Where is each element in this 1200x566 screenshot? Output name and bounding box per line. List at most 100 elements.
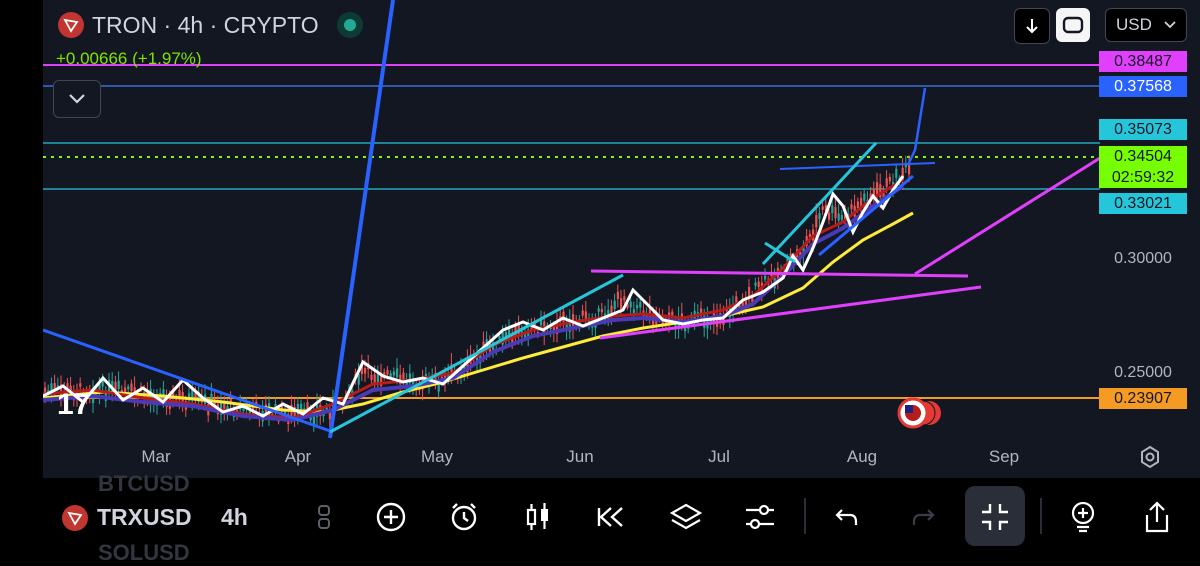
candle-body xyxy=(885,178,888,187)
alarm-icon[interactable] xyxy=(445,498,483,536)
candle-body xyxy=(597,308,600,312)
candle-body xyxy=(821,206,824,210)
candle-body xyxy=(850,204,853,209)
redo-icon[interactable] xyxy=(904,498,942,536)
download-button[interactable] xyxy=(1014,8,1050,44)
share-icon[interactable] xyxy=(1138,498,1176,536)
candle-body xyxy=(373,374,376,384)
ghost-symbol-above: BTCUSD xyxy=(98,471,190,496)
symbol-selector[interactable]: TRXUSD xyxy=(97,504,192,531)
trendline-cyan-channel-a[interactable] xyxy=(761,141,878,266)
arrow-down-icon xyxy=(1026,19,1038,34)
market-status-icon[interactable] xyxy=(337,12,363,38)
candle-body xyxy=(818,213,821,220)
price-tag-cyan-upper[interactable]: 0.35073 xyxy=(1099,119,1187,140)
time-axis-label: May xyxy=(420,447,454,466)
candle-body xyxy=(364,368,367,374)
candle-body xyxy=(396,368,399,378)
candle-body xyxy=(386,369,389,375)
trendline-magenta-upper[interactable] xyxy=(914,156,1101,276)
candle-body xyxy=(764,275,767,280)
candle-body xyxy=(581,310,584,316)
candle-body xyxy=(616,291,619,299)
price-chart[interactable]: 17 xyxy=(43,0,1200,478)
candle-body xyxy=(629,301,632,308)
time-axis-label: Jul xyxy=(708,447,730,466)
replay-icon[interactable] xyxy=(592,498,630,536)
ma-white xyxy=(43,175,905,418)
tron-logo-icon xyxy=(62,505,88,531)
settings-sliders-icon[interactable] xyxy=(741,498,779,536)
event-flag-icon[interactable] xyxy=(897,397,941,429)
chevron-down-icon xyxy=(69,94,85,104)
candle-body xyxy=(815,215,818,228)
candle-body xyxy=(828,212,831,220)
candle-body xyxy=(613,300,616,310)
trendline-blue-projection[interactable] xyxy=(906,87,927,166)
toolbar-divider xyxy=(1040,498,1042,534)
time-axis-label: Aug xyxy=(846,447,878,466)
time-axis-label: Jun xyxy=(566,447,594,466)
price-tag-magenta[interactable]: 0.38487 xyxy=(1099,51,1187,72)
price-tag-orange[interactable]: 0.23907 xyxy=(1099,388,1187,409)
candle-body xyxy=(117,380,120,390)
candle-body xyxy=(876,182,879,194)
candle-body xyxy=(863,193,866,201)
candle-body xyxy=(498,336,501,340)
undo-icon[interactable] xyxy=(828,498,866,536)
add-icon[interactable] xyxy=(372,498,410,536)
toolbar-divider xyxy=(804,498,806,534)
time-axis-label: Mar xyxy=(141,447,171,466)
candle-body xyxy=(831,205,834,214)
candle-body xyxy=(127,386,130,390)
candle-body xyxy=(639,302,642,308)
candles-icon[interactable] xyxy=(519,498,557,536)
tradingview-logo-icon: 17 xyxy=(57,388,90,421)
candle-body xyxy=(834,207,837,219)
countdown-timer: 02:59:32 xyxy=(1099,167,1187,188)
legend-toggle-button[interactable] xyxy=(53,80,101,118)
timeframe-selector[interactable]: 4h xyxy=(221,504,248,531)
time-axis-label: Apr xyxy=(284,447,312,466)
currency-label: USD xyxy=(1116,15,1152,34)
chevron-down-icon xyxy=(1164,21,1176,29)
symbol-title[interactable]: TRON · 4h · CRYPTO xyxy=(92,12,319,39)
bottom-toolbar: BTCUSD SOLUSD TRXUSD 4h xyxy=(0,471,1200,565)
price-change: +0.00666 (+1.97%) xyxy=(56,49,202,68)
time-axis-label: Sep xyxy=(988,447,1020,466)
candle-body xyxy=(620,298,623,310)
tron-logo-icon xyxy=(58,12,84,38)
candle-body xyxy=(370,374,373,380)
drag-handle-icon[interactable] xyxy=(305,498,343,536)
candle-body xyxy=(754,282,757,286)
candle-body xyxy=(895,168,898,178)
candle-body xyxy=(636,305,639,309)
candle-body xyxy=(632,309,635,314)
price-axis-label: 0.25000 xyxy=(1114,364,1172,381)
price-tag-blue[interactable]: 0.37568 xyxy=(1099,76,1187,97)
chart-area[interactable]: 17 xyxy=(43,0,1200,478)
ma-red xyxy=(43,178,904,420)
currency-select[interactable]: USD xyxy=(1105,8,1187,42)
candle-body xyxy=(600,309,603,313)
candle-body xyxy=(402,372,405,381)
indicator-icon[interactable] xyxy=(1064,498,1102,536)
fullscreen-icon xyxy=(1062,16,1084,34)
candle-body xyxy=(888,176,891,182)
trendline-up-cyan[interactable] xyxy=(329,273,624,434)
fullscreen-button[interactable] xyxy=(1056,8,1090,42)
price-tag-cyan-lower[interactable]: 0.33021 xyxy=(1099,193,1187,214)
candle-body xyxy=(623,296,626,301)
chart-settings-button[interactable] xyxy=(1137,444,1163,470)
candle-body xyxy=(392,371,395,376)
layers-icon[interactable] xyxy=(667,498,705,536)
candle-body xyxy=(840,215,843,220)
candle-body xyxy=(856,201,859,209)
ghost-symbol-below: SOLUSD xyxy=(98,540,190,565)
collapse-icon[interactable] xyxy=(976,498,1014,536)
candle-body xyxy=(79,383,82,387)
svg-text:17: 17 xyxy=(57,388,90,421)
price-tag-current[interactable]: 0.34504 xyxy=(1099,146,1187,167)
price-axis-label: 0.30000 xyxy=(1114,250,1172,267)
candle-body xyxy=(757,281,760,287)
